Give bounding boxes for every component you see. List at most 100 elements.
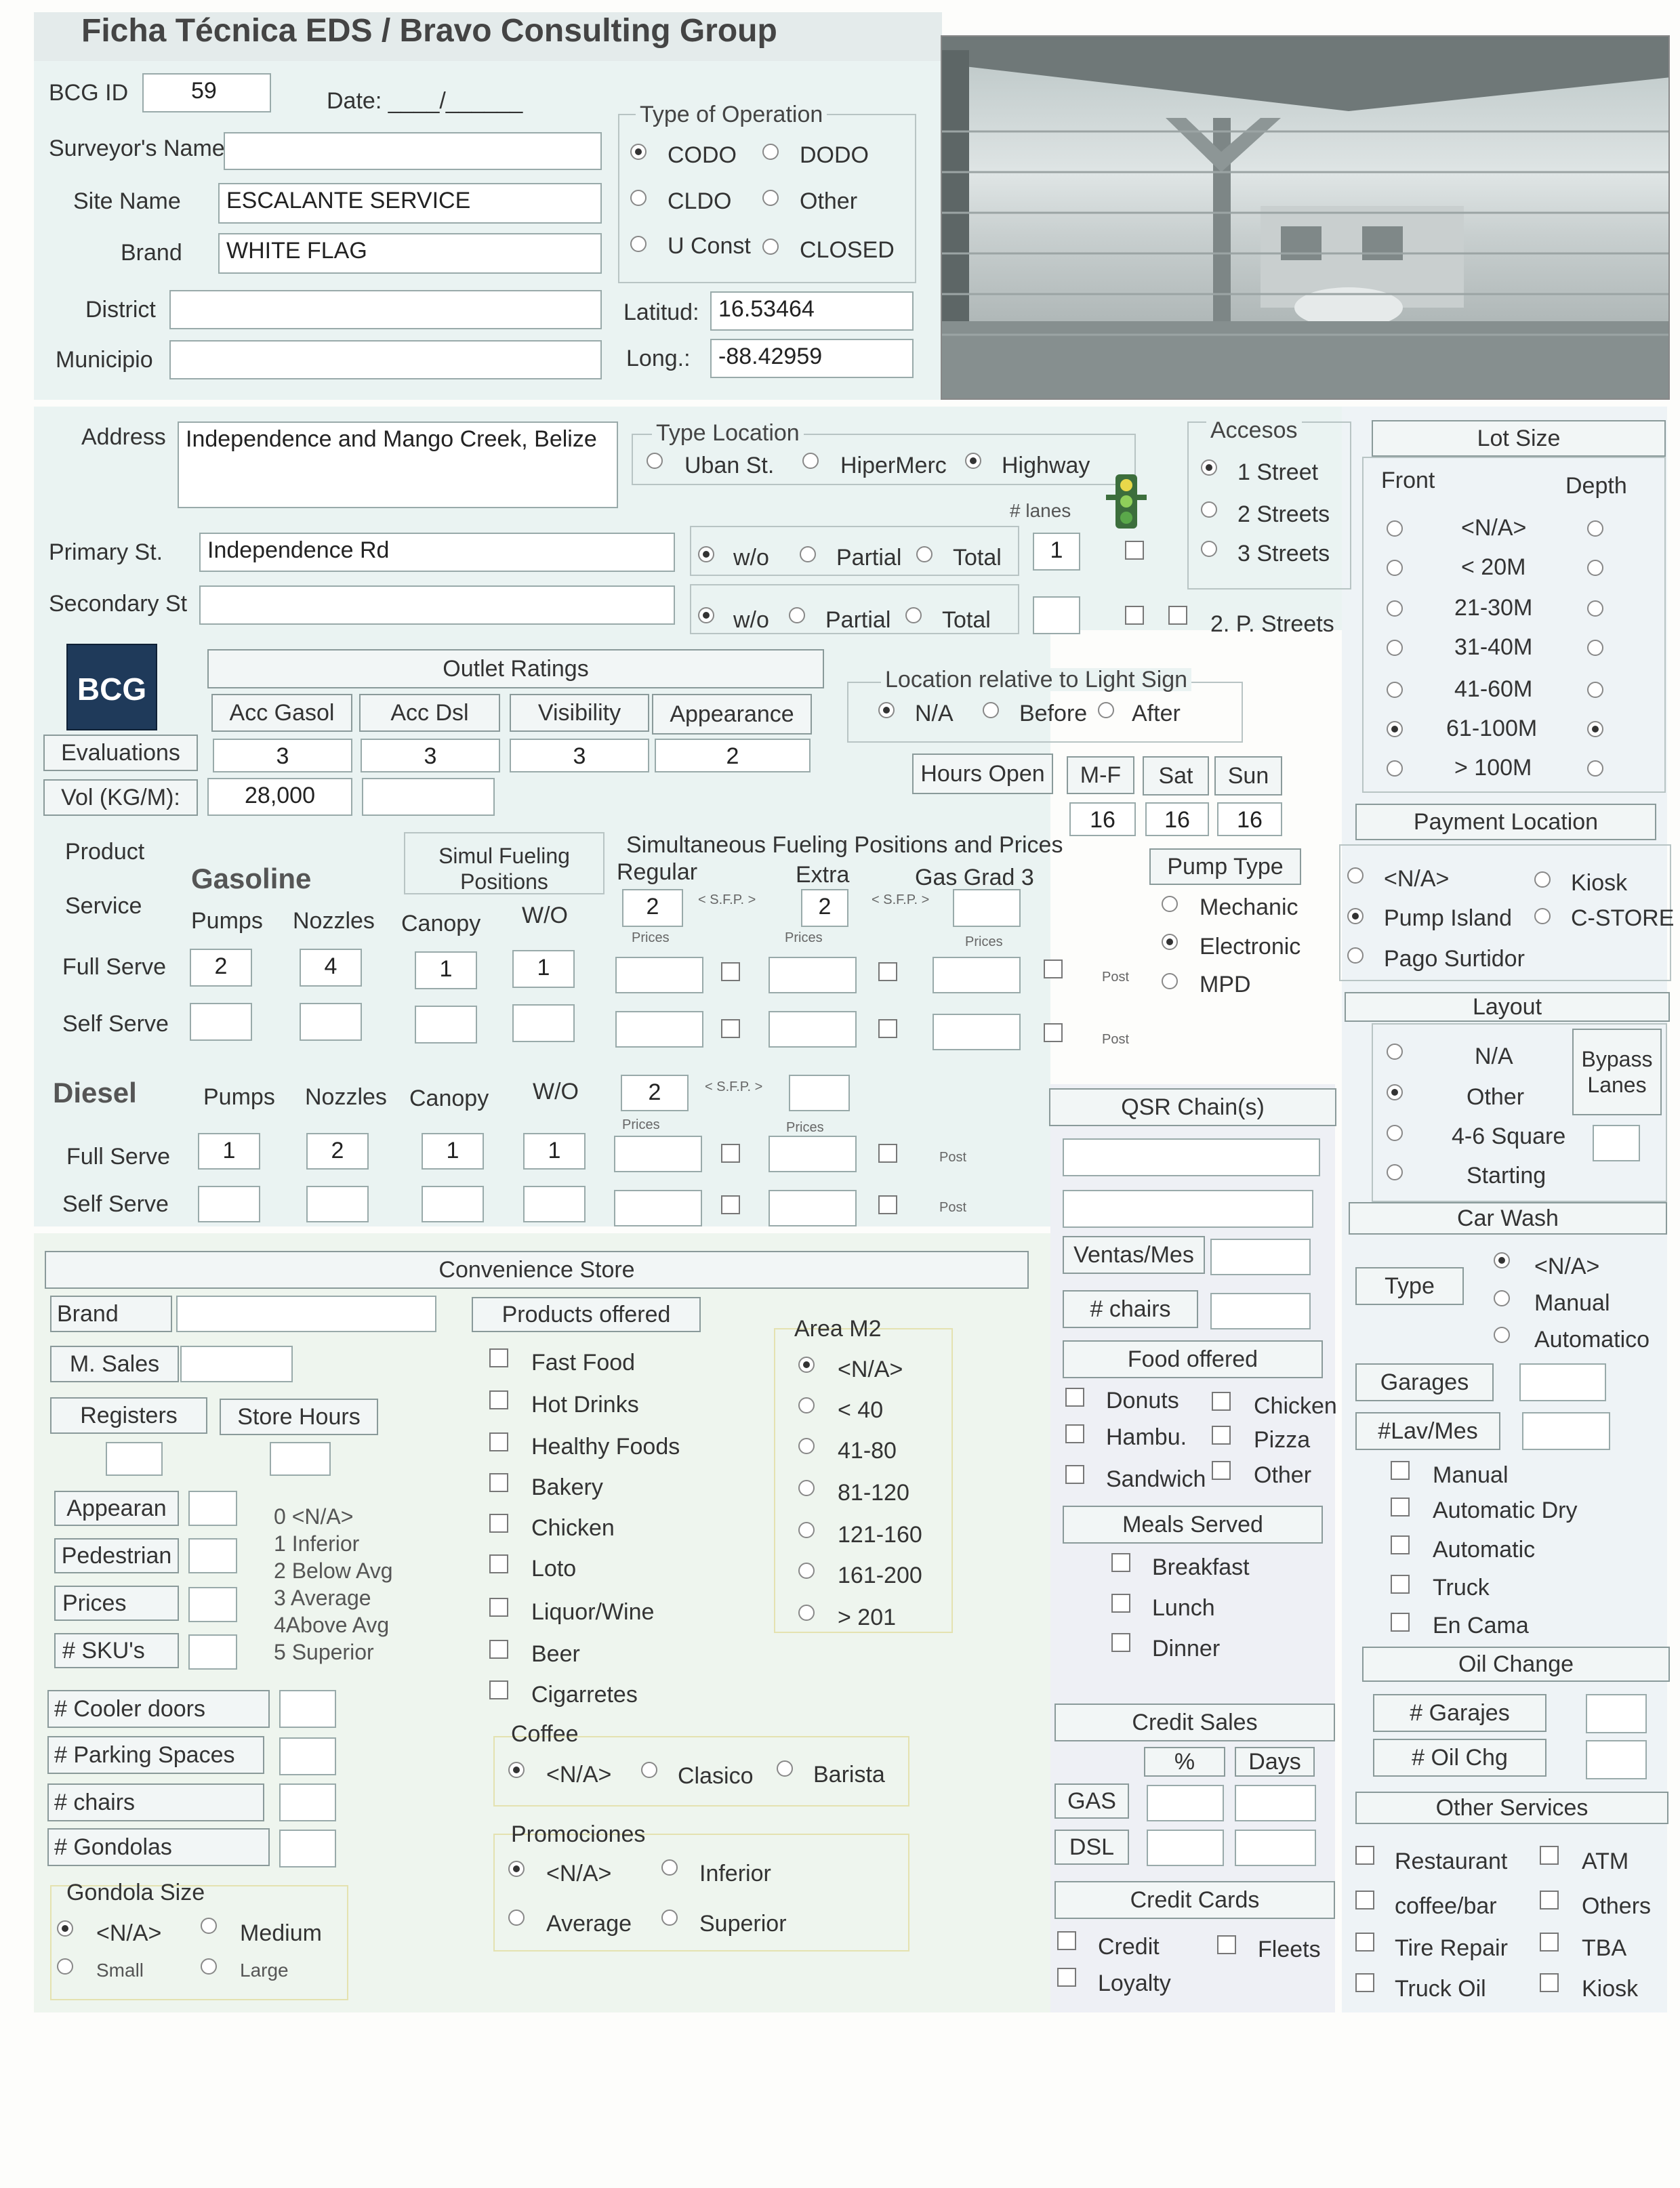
rating-acc-gasol-field[interactable]: 3 [213, 739, 352, 772]
vol-extra-field[interactable] [362, 778, 495, 816]
service-tba-checkbox[interactable] [1540, 1933, 1559, 1952]
store-registers-field[interactable] [106, 1442, 163, 1476]
gas-self-regular-price-field[interactable] [615, 1011, 703, 1048]
credit-gas-pct-field[interactable] [1147, 1785, 1224, 1821]
food-hambu-checkbox[interactable] [1065, 1424, 1084, 1443]
payment-na-radio[interactable] [1347, 867, 1364, 884]
store-rating-appearan-field[interactable] [188, 1491, 237, 1526]
location-urban-radio[interactable] [647, 453, 663, 469]
lot-depth-100-radio[interactable] [1587, 760, 1603, 777]
dsl-self-price-1-field[interactable] [614, 1190, 702, 1226]
secondary-median-partial-radio[interactable] [789, 607, 805, 623]
secondary-checkbox-2[interactable] [1168, 606, 1187, 625]
dsl-self-post-checkbox-1[interactable] [721, 1195, 740, 1214]
food-chicken-checkbox[interactable] [1212, 1392, 1231, 1411]
count-cooler-doors-field[interactable] [279, 1690, 336, 1728]
service-atm-checkbox[interactable] [1540, 1846, 1559, 1865]
dsl-self-pumps-field[interactable] [198, 1186, 260, 1222]
layout-starting-radio[interactable] [1387, 1164, 1403, 1180]
brand-field[interactable]: WHITE FLAG [218, 233, 602, 274]
secondary-median-total-radio[interactable] [905, 607, 922, 623]
layout-na-radio[interactable] [1387, 1044, 1403, 1060]
store-rating-prices-field[interactable] [188, 1587, 237, 1622]
car-wash-manual-radio[interactable] [1494, 1290, 1510, 1306]
promo-superior-radio[interactable] [661, 1910, 678, 1926]
dsl-self-canopy-field[interactable] [422, 1186, 484, 1222]
secondary-median-wo-radio[interactable] [698, 607, 714, 623]
oil-chg-field[interactable] [1586, 1740, 1647, 1779]
operation-other-radio[interactable] [762, 190, 779, 206]
food-sandwich-checkbox[interactable] [1065, 1465, 1084, 1484]
lanes-field[interactable]: 1 [1033, 533, 1080, 571]
address-field[interactable]: Independence and Mango Creek, Belize [178, 421, 618, 508]
dsl-full-pumps-field[interactable]: 1 [198, 1133, 260, 1170]
product-bakery-checkbox[interactable] [489, 1473, 508, 1492]
count-parking-spaces-field[interactable] [279, 1737, 336, 1775]
secondary-checkbox-1[interactable] [1125, 606, 1144, 625]
payment-cstore-radio[interactable] [1534, 908, 1551, 924]
dsl-full-nozzles-field[interactable]: 2 [306, 1133, 369, 1170]
gas-sfp-regular-field[interactable]: 2 [622, 889, 683, 927]
area-40-radio[interactable] [798, 1397, 815, 1413]
qsr-field-2[interactable] [1063, 1190, 1313, 1228]
layout-other-radio[interactable] [1387, 1084, 1403, 1100]
dsl-self-price-2-field[interactable] [769, 1190, 857, 1226]
gas-full-extra-post-checkbox[interactable] [878, 962, 897, 981]
surveyor-field[interactable] [224, 132, 602, 170]
promo-na-radio[interactable] [508, 1861, 525, 1877]
product-healthy-foods-checkbox[interactable] [489, 1432, 508, 1451]
latitude-field[interactable]: 16.53464 [710, 291, 914, 331]
lot-depth-21-30-radio[interactable] [1587, 600, 1603, 617]
pump-type-electronic-radio[interactable] [1162, 934, 1178, 950]
rating-acc-dsl-field[interactable]: 3 [361, 739, 500, 772]
gas-self-canopy-field[interactable] [415, 1006, 477, 1044]
operation-dodo-radio[interactable] [762, 144, 779, 160]
car-wash-na-radio[interactable] [1494, 1252, 1510, 1268]
district-field[interactable] [169, 290, 602, 329]
service-others-checkbox[interactable] [1540, 1891, 1559, 1910]
gas-self-grade3-price-field[interactable] [933, 1014, 1021, 1050]
service-coffee-checkbox[interactable] [1355, 1891, 1374, 1910]
primary-street-field[interactable]: Independence Rd [199, 533, 675, 572]
light-sign-before-radio[interactable] [983, 702, 999, 718]
rating-visibility-field[interactable]: 3 [510, 739, 649, 772]
operation-cldo-radio[interactable] [630, 190, 647, 206]
dsl-full-canopy-field[interactable]: 1 [422, 1133, 484, 1170]
lot-depth-31-40-radio[interactable] [1587, 640, 1603, 656]
card-loyalty-checkbox[interactable] [1057, 1968, 1076, 1987]
dsl-full-post-checkbox-2[interactable] [878, 1144, 897, 1163]
food-other-checkbox[interactable] [1212, 1461, 1231, 1480]
coffee-barista-radio[interactable] [777, 1760, 793, 1777]
car-wash-truck-checkbox[interactable] [1391, 1575, 1410, 1594]
oil-garajes-field[interactable] [1586, 1694, 1647, 1733]
meal-breakfast-checkbox[interactable] [1111, 1553, 1130, 1572]
lot-front-20-radio[interactable] [1387, 560, 1403, 576]
food-donuts-checkbox[interactable] [1065, 1388, 1084, 1407]
gas-full-extra-price-field[interactable] [769, 957, 857, 993]
area-121-160-radio[interactable] [798, 1522, 815, 1538]
meal-lunch-checkbox[interactable] [1111, 1594, 1130, 1613]
hours-sat-field[interactable]: 16 [1145, 802, 1209, 836]
count-gondolas-field[interactable] [279, 1830, 336, 1867]
product-chicken-checkbox[interactable] [489, 1514, 508, 1533]
site-field[interactable]: ESCALANTE SERVICE [218, 183, 602, 224]
bcg-id-field[interactable]: 59 [142, 73, 271, 112]
municipio-field[interactable] [169, 340, 602, 379]
car-wash-manual-checkbox[interactable] [1391, 1461, 1410, 1480]
lot-depth-61-100-radio[interactable] [1587, 721, 1603, 737]
gas-self-extra-post-checkbox[interactable] [878, 1019, 897, 1038]
gondola-large-radio[interactable] [201, 1958, 217, 1975]
gas-self-regular-post-checkbox[interactable] [721, 1019, 740, 1038]
gas-full-nozzles-field[interactable]: 4 [300, 949, 362, 987]
pump-type-mechanic-radio[interactable] [1162, 896, 1178, 912]
area-161-200-radio[interactable] [798, 1563, 815, 1579]
gas-full-wo-field[interactable]: 1 [512, 950, 575, 988]
secondary-lanes-field[interactable] [1033, 596, 1080, 634]
store-rating-skus-field[interactable] [188, 1634, 237, 1670]
area-41-80-radio[interactable] [798, 1438, 815, 1454]
product-liquor-wine-checkbox[interactable] [489, 1598, 508, 1617]
operation-uconst-radio[interactable] [630, 236, 647, 252]
primary-median-partial-radio[interactable] [800, 546, 816, 562]
card-fleets-checkbox[interactable] [1217, 1935, 1236, 1954]
car-wash-lav-field[interactable] [1522, 1412, 1610, 1450]
